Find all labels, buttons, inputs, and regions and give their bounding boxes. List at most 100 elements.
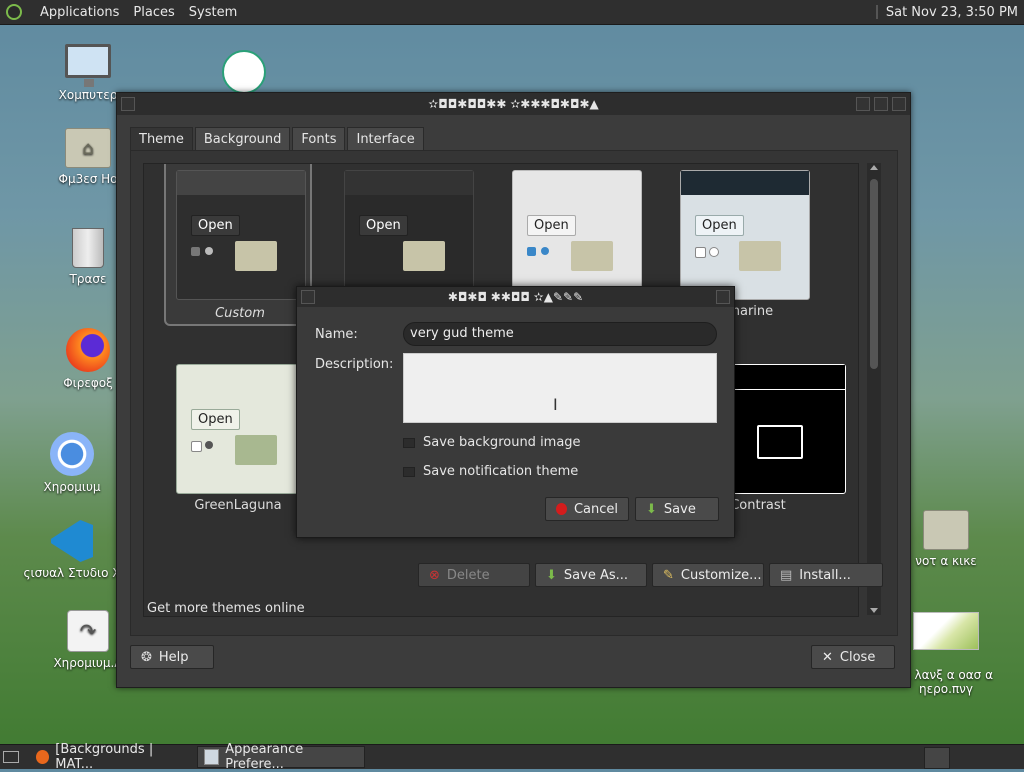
tab-background[interactable]: Background bbox=[194, 127, 291, 151]
mini-open-button: Open bbox=[191, 409, 240, 430]
scroll-down-icon[interactable] bbox=[870, 608, 878, 613]
mini-open-button: Open bbox=[695, 215, 744, 236]
firefox-icon bbox=[36, 750, 50, 764]
chromium-icon bbox=[50, 432, 94, 476]
tab-interface[interactable]: Interface bbox=[347, 127, 424, 151]
tab-bar: Theme Background Fonts Interface bbox=[130, 127, 426, 151]
show-desktop-icon bbox=[3, 751, 19, 763]
desktop-icon-label: Χηρομιυμ bbox=[43, 480, 101, 494]
install-label: Install... bbox=[799, 567, 851, 583]
mini-folder-icon bbox=[757, 425, 803, 459]
menu-applications[interactable]: Applications bbox=[40, 5, 119, 20]
taskbar-item-firefox[interactable]: [Backgrounds | MAT... bbox=[30, 742, 194, 772]
desktop-icon-vscode[interactable]: ςισυαλ Στυδιο Χ bbox=[22, 520, 122, 580]
save-notification-checkbox[interactable]: Save notification theme bbox=[403, 464, 578, 479]
theme-preview bbox=[716, 364, 846, 494]
save-label: Save bbox=[663, 501, 696, 517]
close-x-icon: ✕ bbox=[822, 649, 833, 665]
close-icon[interactable] bbox=[892, 97, 906, 111]
taskbar-item-appearance[interactable]: Appearance Prefere... bbox=[197, 742, 365, 772]
help-label: Help bbox=[158, 649, 189, 665]
minimize-icon[interactable] bbox=[856, 97, 870, 111]
description-label: Description: bbox=[315, 357, 394, 372]
save-button[interactable]: ⬇ Save bbox=[635, 497, 719, 521]
mini-folder-icon bbox=[571, 241, 613, 271]
clock[interactable]: Sat Nov 23, 3:50 PM bbox=[886, 5, 1018, 20]
mini-titlebar bbox=[177, 171, 305, 195]
tab-fonts[interactable]: Fonts bbox=[292, 127, 346, 151]
mini-check-icon bbox=[527, 247, 536, 256]
bottom-panel: [Backgrounds | MAT... Appearance Prefere… bbox=[0, 742, 1024, 772]
dialog-menu-icon[interactable] bbox=[301, 290, 315, 304]
scroll-up-icon[interactable] bbox=[870, 165, 878, 170]
help-button[interactable]: ❂ Help bbox=[130, 645, 214, 669]
customize-button[interactable]: ✎ Customize... bbox=[652, 563, 764, 587]
dialog-titlebar[interactable]: ✱◘✱◘ ✱✱◘◘ ✫▲✎✎✎ bbox=[297, 287, 734, 307]
vscode-icon bbox=[51, 520, 93, 562]
install-icon: ▤ bbox=[780, 567, 793, 583]
save-icon: ⬇ bbox=[546, 567, 557, 583]
save-background-checkbox[interactable]: Save background image bbox=[403, 435, 581, 450]
desktop-icon-image[interactable]: ιμ λανξ α οασ α ηερο.πνγ bbox=[896, 598, 996, 710]
cancel-button[interactable]: Cancel bbox=[545, 497, 629, 521]
theme-preview: Open bbox=[176, 170, 306, 300]
window-titlebar[interactable]: ✫◘◘✱◘◘✱✱ ✫✱✱✱◘✱◘✱▲ bbox=[117, 93, 910, 115]
workspace-switcher[interactable] bbox=[924, 747, 950, 769]
desktop-icon-folder[interactable]: νοτ α κικε bbox=[896, 510, 996, 568]
text-cursor-icon: Ⅰ bbox=[553, 395, 558, 414]
mini-folder-icon bbox=[403, 241, 445, 271]
menu-system[interactable]: System bbox=[189, 5, 237, 20]
close-button[interactable]: ✕ Close bbox=[811, 645, 895, 669]
theme-item-greenlaguna[interactable]: Open GreenLaguna bbox=[164, 352, 312, 520]
mini-titlebar bbox=[717, 365, 845, 390]
save-as-label: Save As... bbox=[563, 567, 629, 583]
customize-label: Customize... bbox=[680, 567, 762, 583]
save-icon: ⬇ bbox=[646, 501, 657, 517]
help-icon: ❂ bbox=[141, 649, 152, 665]
tab-theme[interactable]: Theme bbox=[130, 127, 193, 151]
desktop-icon-label: νοτ α κικε bbox=[915, 554, 977, 568]
theme-name: GreenLaguna bbox=[194, 498, 282, 513]
description-field[interactable] bbox=[403, 353, 717, 423]
desktop-icon-chromium[interactable]: Χηρομιυμ bbox=[22, 432, 122, 494]
desktop-icon-label: ιμ λανξ α οασ α ηερο.πνγ bbox=[899, 668, 994, 696]
theme-preview: Open bbox=[512, 170, 642, 300]
image-thumb-icon bbox=[913, 612, 979, 650]
mini-titlebar bbox=[681, 171, 809, 195]
close-label: Close bbox=[839, 649, 876, 665]
delete-label: Delete bbox=[446, 567, 490, 583]
mini-open-button: Open bbox=[191, 215, 240, 236]
top-panel: Applications Places System Sat Nov 23, 3… bbox=[0, 0, 1024, 25]
appearance-icon bbox=[204, 749, 220, 765]
separator-icon bbox=[875, 5, 878, 19]
delete-button[interactable]: ⊗ Delete bbox=[418, 563, 530, 587]
maximize-icon[interactable] bbox=[874, 97, 888, 111]
cancel-label: Cancel bbox=[573, 501, 618, 517]
theme-item-custom[interactable]: Open Custom bbox=[164, 164, 312, 326]
save-as-button[interactable]: ⬇ Save As... bbox=[535, 563, 647, 587]
mini-titlebar bbox=[345, 171, 473, 195]
dialog-close-icon[interactable] bbox=[716, 290, 730, 304]
checkbox-label: Save background image bbox=[423, 435, 581, 450]
window-title: ✫◘◘✱◘◘✱✱ ✫✱✱✱◘✱◘✱▲ bbox=[428, 97, 599, 111]
dialog-title: ✱◘✱◘ ✱✱◘◘ ✫▲✎✎✎ bbox=[447, 290, 584, 304]
show-desktop-button[interactable] bbox=[3, 746, 27, 768]
mini-open-button: Open bbox=[527, 215, 576, 236]
theme-scrollbar[interactable] bbox=[867, 163, 881, 615]
theme-preview: Open bbox=[176, 364, 306, 494]
customize-icon: ✎ bbox=[663, 567, 674, 583]
mini-folder-icon bbox=[739, 241, 781, 271]
get-more-themes-link[interactable]: Get more themes online bbox=[147, 601, 305, 616]
delete-icon: ⊗ bbox=[429, 567, 440, 583]
checkbox-icon bbox=[403, 437, 415, 448]
mini-check-icon bbox=[695, 247, 706, 258]
menu-places[interactable]: Places bbox=[133, 5, 174, 20]
window-menu-icon[interactable] bbox=[121, 97, 135, 111]
checkbox-label: Save notification theme bbox=[423, 464, 579, 479]
install-button[interactable]: ▤ Install... bbox=[769, 563, 883, 587]
name-field[interactable]: very gud theme bbox=[403, 322, 717, 346]
checkbox-icon bbox=[403, 466, 415, 477]
mate-logo-icon[interactable] bbox=[6, 4, 22, 20]
scroll-thumb[interactable] bbox=[870, 179, 878, 369]
save-theme-dialog: ✱◘✱◘ ✱✱◘◘ ✫▲✎✎✎ Name: very gud theme Des… bbox=[296, 286, 735, 538]
